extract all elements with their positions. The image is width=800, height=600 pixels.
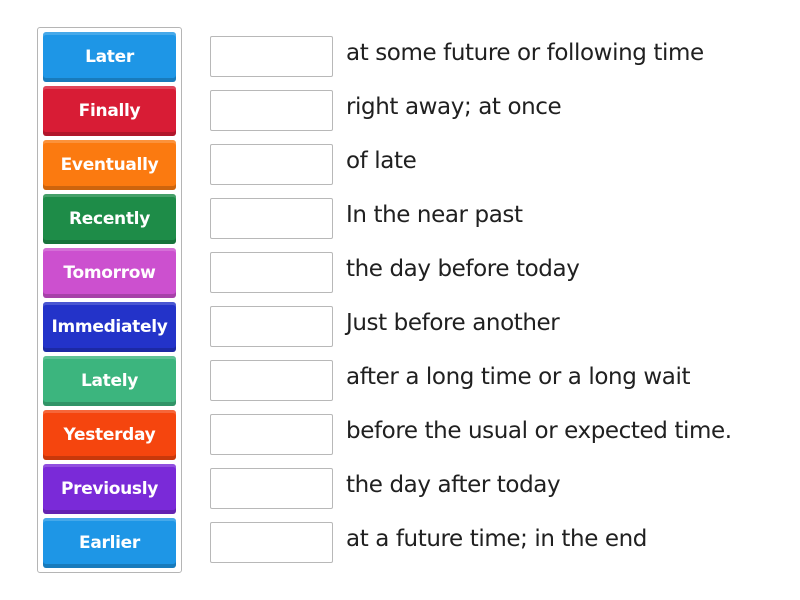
word-card-later[interactable]: Later [43,32,176,82]
drop-slot[interactable] [210,198,333,239]
definition-text: at some future or following time [346,40,704,66]
word-card-lately[interactable]: Lately [43,356,176,406]
word-card-previously[interactable]: Previously [43,464,176,514]
drop-slot[interactable] [210,468,333,509]
word-card-yesterday[interactable]: Yesterday [43,410,176,460]
definition-text: before the usual or expected time. [346,418,732,444]
word-card-earlier[interactable]: Earlier [43,518,176,568]
definition-text: of late [346,148,417,174]
drop-slot[interactable] [210,144,333,185]
drop-slot[interactable] [210,90,333,131]
word-card-tomorrow[interactable]: Tomorrow [43,248,176,298]
drop-slot[interactable] [210,522,333,563]
definition-text: Just before another [346,310,560,336]
drop-slot[interactable] [210,252,333,293]
definition-text: at a future time; in the end [346,526,647,552]
drop-slot[interactable] [210,306,333,347]
definition-text: right away; at once [346,94,562,120]
word-card-eventually[interactable]: Eventually [43,140,176,190]
drop-slot[interactable] [210,360,333,401]
definition-text: the day after today [346,472,561,498]
drop-slot[interactable] [210,414,333,455]
word-card-finally[interactable]: Finally [43,86,176,136]
definition-text: the day before today [346,256,580,282]
definition-text: after a long time or a long wait [346,364,691,390]
word-card-immediately[interactable]: Immediately [43,302,176,352]
word-card-recently[interactable]: Recently [43,194,176,244]
drop-slot[interactable] [210,36,333,77]
definition-text: In the near past [346,202,523,228]
